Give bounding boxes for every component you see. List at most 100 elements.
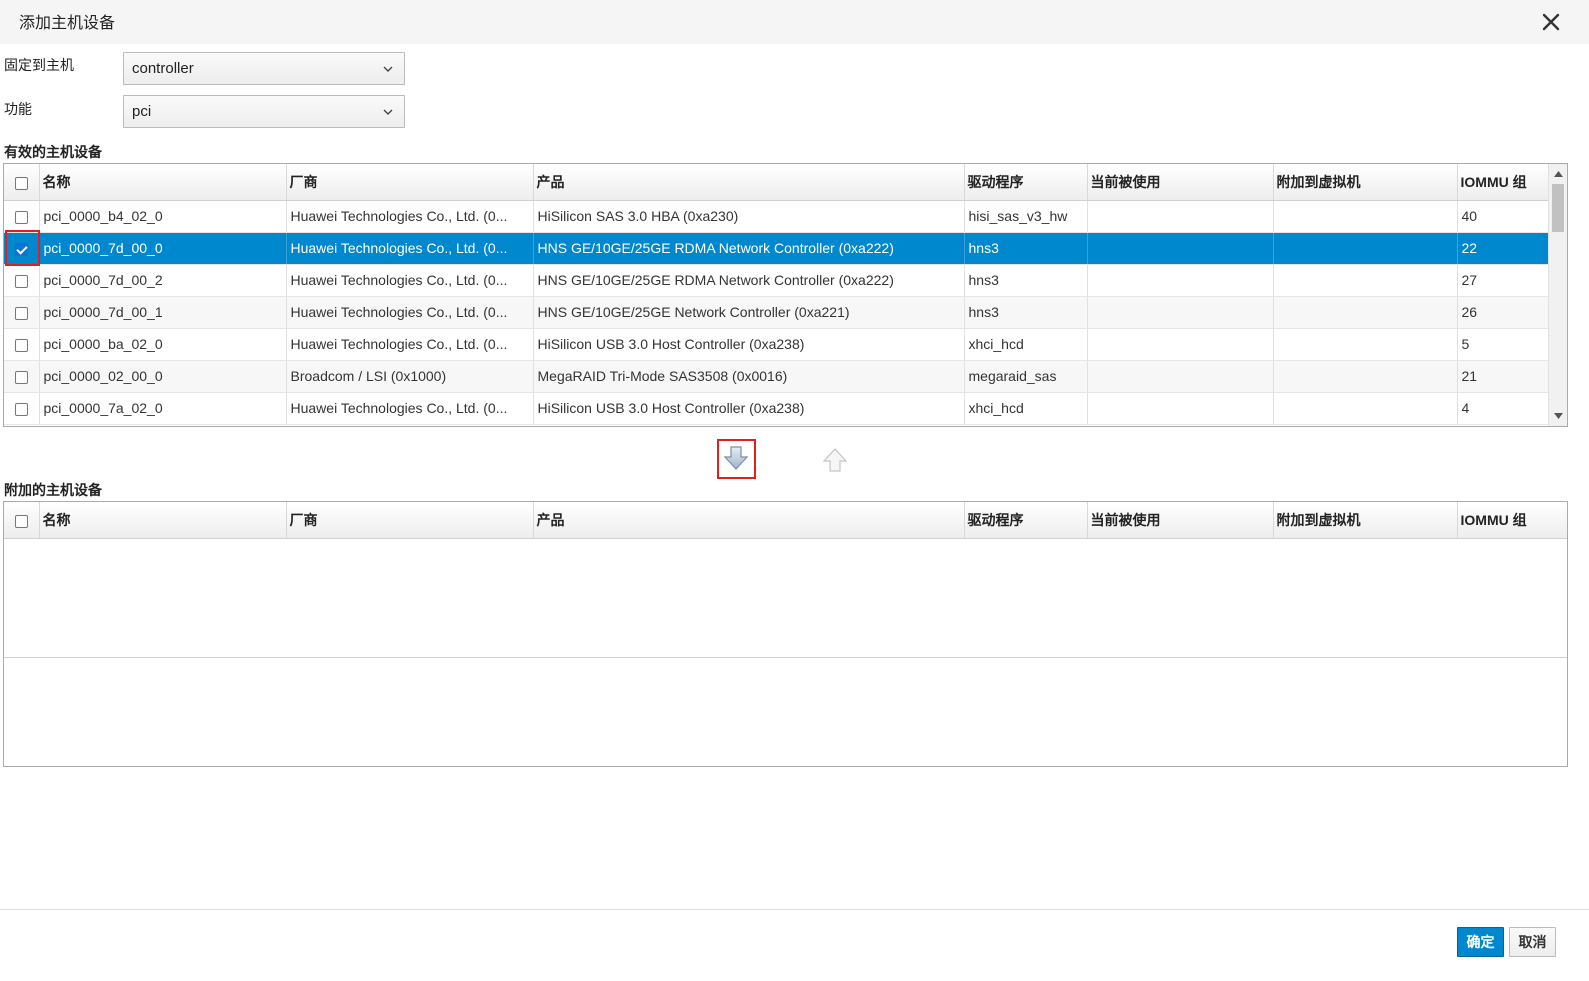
cell-vendor: Huawei Technologies Co., Ltd. (0... xyxy=(286,328,534,361)
row-checkbox[interactable] xyxy=(4,296,40,329)
cell-iommu: 5 xyxy=(1457,328,1549,361)
cell-attached-vm xyxy=(1273,264,1458,297)
arrow-up-icon xyxy=(822,448,848,472)
cell-name: pci_0000_7d_00_1 xyxy=(39,296,287,329)
cell-attached-vm xyxy=(1273,200,1458,233)
pin-to-host-value: controller xyxy=(132,60,194,77)
dialog-title: 添加主机设备 xyxy=(19,15,116,32)
cell-name: pci_0000_7d_00_2 xyxy=(39,264,287,297)
attached-devices-title: 附加的主机设备 xyxy=(4,482,102,498)
table-divider xyxy=(4,657,1567,658)
cell-driver: megaraid_sas xyxy=(964,360,1088,393)
cell-driver: hns3 xyxy=(964,232,1088,265)
cell-product: HNS GE/10GE/25GE Network Controller (0xa… xyxy=(533,296,965,329)
cell-name: pci_0000_b4_02_0 xyxy=(39,200,287,233)
column-header-product[interactable]: 产品 xyxy=(533,502,965,539)
cell-vendor: Huawei Technologies Co., Ltd. (0... xyxy=(286,200,534,233)
cell-attached-vm xyxy=(1273,328,1458,361)
cell-driver: hns3 xyxy=(964,264,1088,297)
table-row[interactable]: pci_0000_7d_00_0 Huawei Technologies Co.,… xyxy=(4,232,1549,265)
chevron-down-icon xyxy=(383,66,393,72)
scroll-up-icon[interactable] xyxy=(1549,166,1567,182)
move-down-highlight-box xyxy=(717,439,756,479)
cell-iommu: 26 xyxy=(1457,296,1549,329)
cell-in-use xyxy=(1087,392,1274,425)
row-checkbox[interactable] xyxy=(4,264,40,297)
move-up-button[interactable] xyxy=(817,442,853,478)
cell-attached-vm xyxy=(1273,392,1458,425)
cell-iommu: 40 xyxy=(1457,200,1549,233)
cell-name: pci_0000_7d_00_0 xyxy=(39,232,287,265)
vertical-scrollbar[interactable] xyxy=(1548,164,1567,426)
cell-in-use xyxy=(1087,328,1274,361)
select-all-checkbox[interactable] xyxy=(4,502,40,539)
cell-vendor: Huawei Technologies Co., Ltd. (0... xyxy=(286,264,534,297)
cell-driver: hisi_sas_v3_hw xyxy=(964,200,1088,233)
ok-button[interactable]: 确定 xyxy=(1457,927,1504,957)
cell-attached-vm xyxy=(1273,296,1458,329)
row-checkbox[interactable] xyxy=(4,328,40,361)
table-row[interactable]: pci_0000_ba_02_0 Huawei Technologies Co.,… xyxy=(4,328,1549,361)
footer-divider xyxy=(0,909,1589,910)
column-header-name[interactable]: 名称 xyxy=(39,502,287,539)
select-all-checkbox[interactable] xyxy=(4,164,40,201)
column-header-iommu[interactable]: IOMMU 组 xyxy=(1457,164,1549,201)
available-devices-table: 名称 厂商 产品 驱动程序 当前被使用 附加到虚拟机 IOMMU 组 pci_0… xyxy=(3,163,1568,427)
scrollbar-thumb[interactable] xyxy=(1552,184,1564,232)
column-header-in-use[interactable]: 当前被使用 xyxy=(1087,502,1274,539)
cell-in-use xyxy=(1087,232,1274,265)
pin-to-host-label: 固定到主机 xyxy=(4,57,74,73)
column-header-product[interactable]: 产品 xyxy=(533,164,965,201)
dialog-header: 添加主机设备 xyxy=(0,0,1589,44)
cell-product: HiSilicon USB 3.0 Host Controller (0xa23… xyxy=(533,392,965,425)
cell-vendor: Huawei Technologies Co., Ltd. (0... xyxy=(286,232,534,265)
cell-vendor: Broadcom / LSI (0x1000) xyxy=(286,360,534,393)
cell-driver: xhci_hcd xyxy=(964,392,1088,425)
cell-in-use xyxy=(1087,200,1274,233)
row-checkbox[interactable] xyxy=(4,360,40,393)
column-header-vendor[interactable]: 厂商 xyxy=(286,164,534,201)
cell-product: HiSilicon USB 3.0 Host Controller (0xa23… xyxy=(533,328,965,361)
table-row[interactable]: pci_0000_7d_00_2 Huawei Technologies Co.,… xyxy=(4,264,1549,297)
cell-driver: xhci_hcd xyxy=(964,328,1088,361)
column-header-vendor[interactable]: 厂商 xyxy=(286,502,534,539)
cell-vendor: Huawei Technologies Co., Ltd. (0... xyxy=(286,296,534,329)
column-header-iommu[interactable]: IOMMU 组 xyxy=(1457,502,1567,539)
table-row[interactable]: pci_0000_7d_00_1 Huawei Technologies Co.,… xyxy=(4,296,1549,329)
capability-select[interactable]: pci xyxy=(123,95,405,128)
pin-to-host-select[interactable]: controller xyxy=(123,52,405,85)
scroll-down-icon[interactable] xyxy=(1549,408,1567,424)
cell-name: pci_0000_02_00_0 xyxy=(39,360,287,393)
cell-product: MegaRAID Tri-Mode SAS3508 (0x0016) xyxy=(533,360,965,393)
capability-label: 功能 xyxy=(4,101,32,117)
cell-in-use xyxy=(1087,296,1274,329)
table-row[interactable]: pci_0000_02_00_0 Broadcom / LSI (0x1000) M… xyxy=(4,360,1549,393)
cell-iommu: 27 xyxy=(1457,264,1549,297)
table-header-row: 名称 厂商 产品 驱动程序 当前被使用 附加到虚拟机 IOMMU 组 xyxy=(4,164,1549,201)
column-header-attached-vm[interactable]: 附加到虚拟机 xyxy=(1273,164,1458,201)
cell-product: HNS GE/10GE/25GE RDMA Network Controller… xyxy=(533,264,965,297)
row-checkbox[interactable] xyxy=(4,392,40,425)
chevron-down-icon xyxy=(383,109,393,115)
cell-in-use xyxy=(1087,264,1274,297)
table-header-row: 名称 厂商 产品 驱动程序 当前被使用 附加到虚拟机 IOMMU 组 xyxy=(4,502,1567,539)
close-icon[interactable] xyxy=(1537,8,1565,36)
column-header-in-use[interactable]: 当前被使用 xyxy=(1087,164,1274,201)
capability-value: pci xyxy=(132,103,152,120)
column-header-driver[interactable]: 驱动程序 xyxy=(964,164,1088,201)
column-header-driver[interactable]: 驱动程序 xyxy=(964,502,1088,539)
cell-name: pci_0000_7a_02_0 xyxy=(39,392,287,425)
attached-devices-table: 名称 厂商 产品 驱动程序 当前被使用 附加到虚拟机 IOMMU 组 xyxy=(3,501,1568,767)
cell-in-use xyxy=(1087,360,1274,393)
cell-name: pci_0000_ba_02_0 xyxy=(39,328,287,361)
cell-vendor: Huawei Technologies Co., Ltd. (0... xyxy=(286,392,534,425)
cell-iommu: 21 xyxy=(1457,360,1549,393)
table-row[interactable]: pci_0000_7a_02_0 Huawei Technologies Co.,… xyxy=(4,392,1549,425)
table-row[interactable]: pci_0000_b4_02_0 Huawei Technologies Co.,… xyxy=(4,200,1549,233)
column-header-name[interactable]: 名称 xyxy=(39,164,287,201)
cell-product: HNS GE/10GE/25GE RDMA Network Controller… xyxy=(533,232,965,265)
cell-iommu: 4 xyxy=(1457,392,1549,425)
column-header-attached-vm[interactable]: 附加到虚拟机 xyxy=(1273,502,1458,539)
row-checkbox[interactable] xyxy=(4,200,40,233)
cancel-button[interactable]: 取消 xyxy=(1509,927,1556,957)
